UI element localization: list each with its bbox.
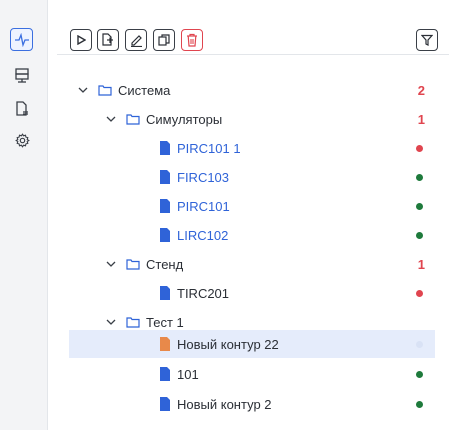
tree-node-stend[interactable]: Стенд 1 — [69, 250, 435, 278]
filter-icon — [421, 34, 433, 46]
filter-button[interactable] — [416, 29, 438, 51]
status-ok-dot — [416, 400, 423, 408]
tree-file-101[interactable]: 101 — [69, 360, 435, 388]
run-button[interactable] — [70, 29, 92, 51]
tree-file-label: Новый контур 2 — [177, 396, 272, 412]
tree-file-tirc201[interactable]: TIRC201 — [69, 279, 435, 307]
left-rail — [0, 0, 48, 430]
tree-file-label: Новый контур 22 — [177, 336, 279, 352]
tree-node-label: Симуляторы — [146, 111, 223, 127]
tree-node-sistema[interactable]: Система 2 — [69, 76, 435, 104]
edit-button[interactable] — [125, 29, 147, 51]
toolbar — [57, 12, 449, 55]
file-icon — [158, 141, 172, 155]
file-icon — [158, 228, 172, 242]
chevron-down-icon[interactable] — [105, 258, 117, 270]
folder-icon — [126, 315, 140, 329]
tree-node-label: Система — [118, 82, 171, 98]
file-icon — [158, 286, 172, 300]
file-icon — [158, 199, 172, 213]
error-count-badge: 1 — [417, 256, 425, 272]
status-none-dot — [416, 340, 423, 348]
tree-node-label: Стенд — [146, 256, 184, 272]
folder-icon — [126, 257, 140, 271]
add-file-icon — [102, 33, 113, 46]
file-icon — [158, 397, 172, 411]
settings-button[interactable] — [10, 128, 34, 152]
tree-file-pirc101-1[interactable]: PIRC101 1 — [69, 134, 435, 162]
tree-node-simulyatory[interactable]: Симуляторы 1 — [69, 105, 435, 133]
file-export-icon — [16, 101, 28, 116]
chevron-down-icon[interactable] — [105, 316, 117, 328]
gear-icon — [14, 132, 30, 148]
error-count-badge: 1 — [417, 111, 425, 127]
tree-file-label: LIRC102 — [177, 227, 229, 243]
tree-file-label: PIRC101 — [177, 198, 230, 214]
chevron-down-icon[interactable] — [105, 113, 117, 125]
tree-file-label: FIRC103 — [177, 169, 230, 185]
error-count-badge: 2 — [417, 82, 425, 98]
tree-file-pirc101[interactable]: PIRC101 — [69, 192, 435, 220]
activity-icon — [14, 32, 29, 47]
play-icon — [77, 35, 86, 45]
folder-icon — [126, 112, 140, 126]
status-ok-dot — [416, 370, 423, 378]
copy-button[interactable] — [153, 29, 175, 51]
delete-button[interactable] — [181, 29, 203, 51]
file-icon — [158, 337, 172, 351]
file-export-button[interactable] — [10, 97, 34, 121]
status-ok-dot — [416, 173, 423, 181]
tree-file-novyi-kontur-2[interactable]: Новый контур 2 — [69, 390, 435, 418]
delete-icon — [187, 33, 197, 47]
edit-icon — [131, 35, 142, 47]
file-icon — [158, 170, 172, 184]
status-error-dot — [416, 144, 423, 152]
chevron-down-icon[interactable] — [77, 84, 89, 96]
tree-file-novyi-kontur-22[interactable]: Новый контур 22 — [69, 330, 435, 358]
copy-icon — [158, 34, 170, 46]
tree-file-lirc102[interactable]: LIRC102 — [69, 221, 435, 249]
tree-file-firc103[interactable]: FIRC103 — [69, 163, 435, 191]
tree-file-label: PIRC101 1 — [177, 140, 241, 156]
tree-panel: Система 2 Симуляторы 1 PIRC101 1 FIRC103… — [57, 0, 449, 430]
server-button[interactable] — [10, 64, 34, 88]
tree-file-label: TIRC201 — [177, 285, 230, 301]
add-file-button[interactable] — [97, 29, 119, 51]
status-error-dot — [416, 289, 423, 297]
server-icon — [15, 68, 29, 83]
status-ok-dot — [416, 231, 423, 239]
activity-button[interactable] — [10, 28, 33, 51]
tree-node-label: Тест 1 — [146, 314, 184, 330]
file-icon — [158, 367, 172, 381]
status-ok-dot — [416, 202, 423, 210]
tree-file-label: 101 — [177, 366, 199, 382]
folder-icon — [98, 83, 112, 97]
